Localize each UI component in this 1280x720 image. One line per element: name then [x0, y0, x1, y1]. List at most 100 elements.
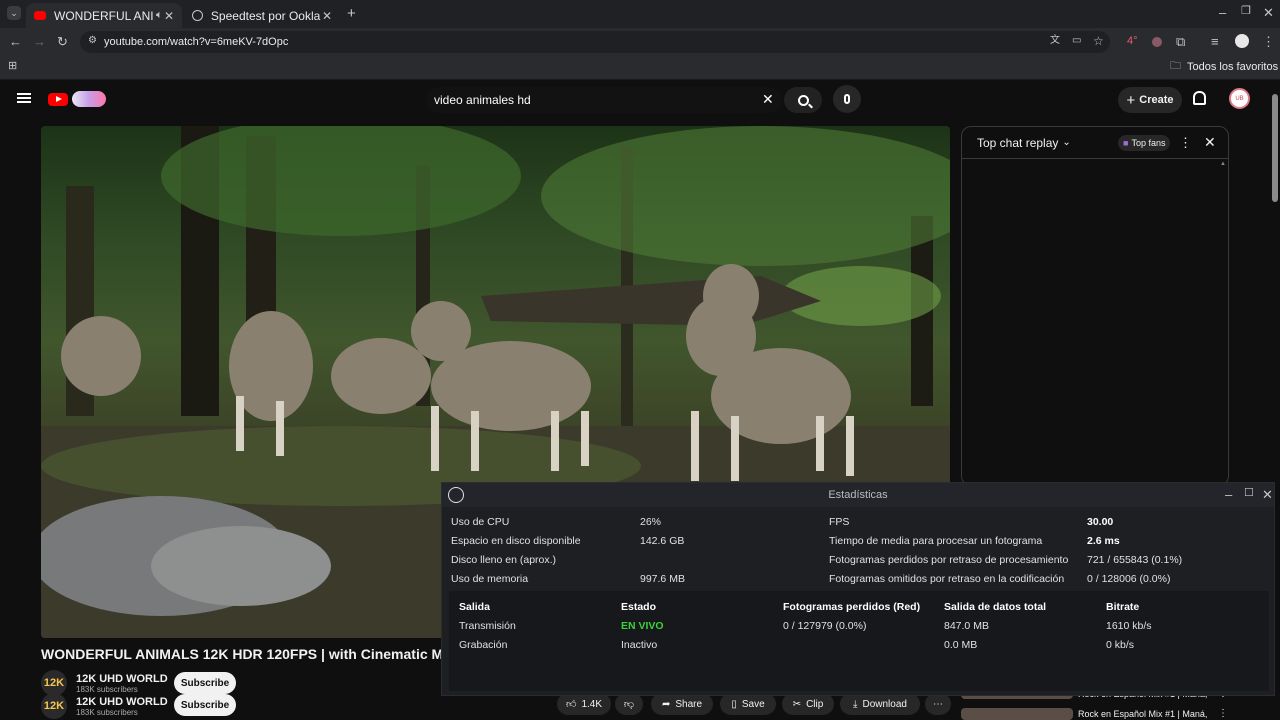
stat-label: Uso de memoria	[451, 573, 529, 585]
clip-label: Clip	[806, 698, 824, 710]
minimize-icon[interactable]: –	[1225, 488, 1232, 501]
search-input[interactable]: video animales hd ✕	[426, 87, 782, 113]
chat-mode-dropdown[interactable]: Top chat replay	[977, 136, 1058, 150]
search-button[interactable]	[784, 87, 822, 113]
channel-name[interactable]: 12K UHD WORLD	[76, 696, 168, 708]
table-header: Fotogramas perdidos (Red)	[783, 601, 921, 613]
url-field[interactable]: ⚙ youtube.com/watch?v=6meKV-7dOpc 文 ▭ ☆	[80, 31, 1110, 53]
top-fans-icon: ■	[1123, 138, 1129, 148]
extension-icon[interactable]	[1152, 37, 1162, 47]
address-toolbar: ← → ↻ ⚙ youtube.com/watch?v=6meKV-7dOpc …	[0, 28, 1280, 56]
menu-kebab-icon[interactable]: ⋮	[1262, 35, 1275, 48]
extension-icon[interactable]: 4°	[1127, 35, 1138, 47]
close-tab-icon[interactable]: ✕	[322, 9, 332, 23]
output-table: Salida Estado Fotogramas perdidos (Red) …	[449, 591, 1269, 691]
create-label: Create	[1139, 94, 1174, 106]
channel-avatar[interactable]: 12K	[41, 693, 67, 719]
stat-label: Disco lleno en (aprox.)	[451, 554, 557, 566]
extensions-puzzle-icon[interactable]: ⧉	[1176, 35, 1185, 48]
bookmark-star-icon[interactable]: ☆	[1093, 35, 1104, 47]
minimize-icon[interactable]: –	[1219, 6, 1226, 19]
new-tab-icon[interactable]: +	[347, 6, 356, 21]
youtube-favicon-icon	[34, 11, 46, 20]
clip-button[interactable]: ✂ Clip	[782, 693, 834, 715]
account-avatar[interactable]: UB	[1229, 88, 1250, 109]
tab-speedtest[interactable]: Speedtest por Ookla - La ✕	[184, 3, 340, 28]
stats-window: Estadísticas – ☐ ✕ Uso de CPU 26% Espaci…	[441, 482, 1275, 696]
share-icon: ➦	[661, 698, 671, 710]
url-text: youtube.com/watch?v=6meKV-7dOpc	[104, 36, 289, 48]
voice-search-button[interactable]	[833, 85, 861, 113]
table-cell: 0.0 MB	[944, 639, 978, 651]
recommendation-more-icon[interactable]: ⋮	[1218, 708, 1228, 719]
table-cell: 0 kb/s	[1106, 639, 1135, 651]
back-icon[interactable]: ←	[9, 35, 22, 48]
search-input-value: video animales hd	[434, 93, 531, 107]
close-icon[interactable]: ✕	[1262, 488, 1273, 501]
more-icon: ⋯	[933, 698, 943, 710]
reading-list-icon[interactable]: ≡	[1211, 35, 1219, 48]
stat-value: 30.00	[1087, 516, 1114, 528]
stat-label: FPS	[829, 516, 850, 528]
forward-icon[interactable]: →	[33, 35, 46, 48]
download-icon: ⤓	[853, 698, 858, 710]
table-cell: 0 / 127979 (0.0%)	[783, 620, 867, 632]
hamburger-menu-icon[interactable]	[17, 93, 31, 103]
table-cell: 847.0 MB	[944, 620, 989, 632]
apps-grid-icon[interactable]: ⊞	[8, 61, 17, 72]
chat-scroll-up-icon[interactable]: ▲	[1220, 161, 1226, 167]
clear-search-icon[interactable]: ✕	[762, 91, 774, 108]
like-count: 1.4K	[581, 698, 603, 710]
page-scrollbar[interactable]	[1272, 94, 1278, 202]
all-bookmarks-link[interactable]: Todos los favoritos	[1187, 61, 1278, 73]
doodle-logo-icon[interactable]	[72, 91, 106, 107]
save-button[interactable]: ▯ Save	[720, 693, 776, 715]
thumbs-down-icon: 👎︎	[623, 699, 635, 710]
profile-avatar[interactable]	[1235, 34, 1249, 48]
share-button[interactable]: ➦ Share	[651, 693, 713, 715]
subscribe-button[interactable]: Subscribe	[174, 672, 236, 694]
subscriber-count: 183K subscribers	[76, 707, 138, 717]
subscribe-button[interactable]: Subscribe	[174, 694, 236, 716]
folder-icon: 🗀︎	[1170, 60, 1181, 72]
table-header: Bitrate	[1106, 601, 1140, 613]
recommendation-title[interactable]: Rock en Español Mix #1 | Maná,	[1078, 709, 1207, 719]
stat-value: 721 / 655843 (0.1%)	[1087, 554, 1183, 566]
close-window-icon[interactable]: ✕	[1263, 6, 1274, 19]
channel-name[interactable]: 12K UHD WORLD	[76, 673, 168, 685]
tab-list-icon[interactable]: ⌄	[7, 6, 21, 20]
chat-panel: Top chat replay ⌄ ■ Top fans ⋮ ✕ ▲	[961, 126, 1229, 486]
stats-title-bar[interactable]: Estadísticas – ☐ ✕	[442, 483, 1274, 507]
like-button[interactable]: 👍︎ 1.4K	[557, 693, 611, 715]
translate-icon[interactable]: 文	[1050, 36, 1060, 46]
restore-icon[interactable]: ❐	[1241, 6, 1251, 17]
dislike-button[interactable]: 👎︎	[615, 693, 643, 715]
close-tab-icon[interactable]: ✕	[164, 9, 174, 23]
speaker-icon[interactable]: 🔈︎	[156, 10, 163, 21]
notifications-bell-icon[interactable]	[1193, 91, 1206, 105]
browser-tab-bar: ⌄ WONDERFUL ANIMA 🔈︎ ✕ Speedtest por Ook…	[0, 0, 1280, 28]
save-label: Save	[741, 698, 765, 710]
maximize-icon[interactable]: ☐	[1244, 488, 1254, 499]
chat-more-icon[interactable]: ⋮	[1179, 135, 1192, 151]
cast-icon[interactable]: ▭	[1072, 36, 1081, 46]
chevron-down-icon[interactable]: ⌄	[1062, 137, 1070, 148]
more-actions-button[interactable]: ⋯	[925, 693, 951, 715]
table-cell: Grabación	[459, 639, 508, 651]
table-cell: Inactivo	[621, 639, 658, 651]
site-info-icon[interactable]: ⚙	[88, 36, 97, 46]
stats-window-title: Estadísticas	[828, 489, 888, 501]
bookmark-icon: ▯	[731, 698, 737, 710]
recommendation-thumbnail[interactable]	[961, 708, 1073, 720]
create-button[interactable]: + Create	[1118, 87, 1182, 113]
download-button[interactable]: ⤓ Download	[840, 693, 920, 715]
youtube-logo-icon[interactable]	[48, 93, 68, 106]
scissors-icon: ✂	[792, 698, 802, 710]
tab-youtube[interactable]: WONDERFUL ANIMA 🔈︎ ✕	[26, 3, 182, 28]
stat-value: 0 / 128006 (0.0%)	[1087, 573, 1171, 585]
reload-icon[interactable]: ↻	[57, 35, 68, 48]
table-cell: 1610 kb/s	[1106, 620, 1152, 632]
table-header: Salida	[459, 601, 490, 613]
close-chat-icon[interactable]: ✕	[1204, 134, 1216, 151]
top-fans-button[interactable]: ■ Top fans	[1118, 135, 1171, 151]
